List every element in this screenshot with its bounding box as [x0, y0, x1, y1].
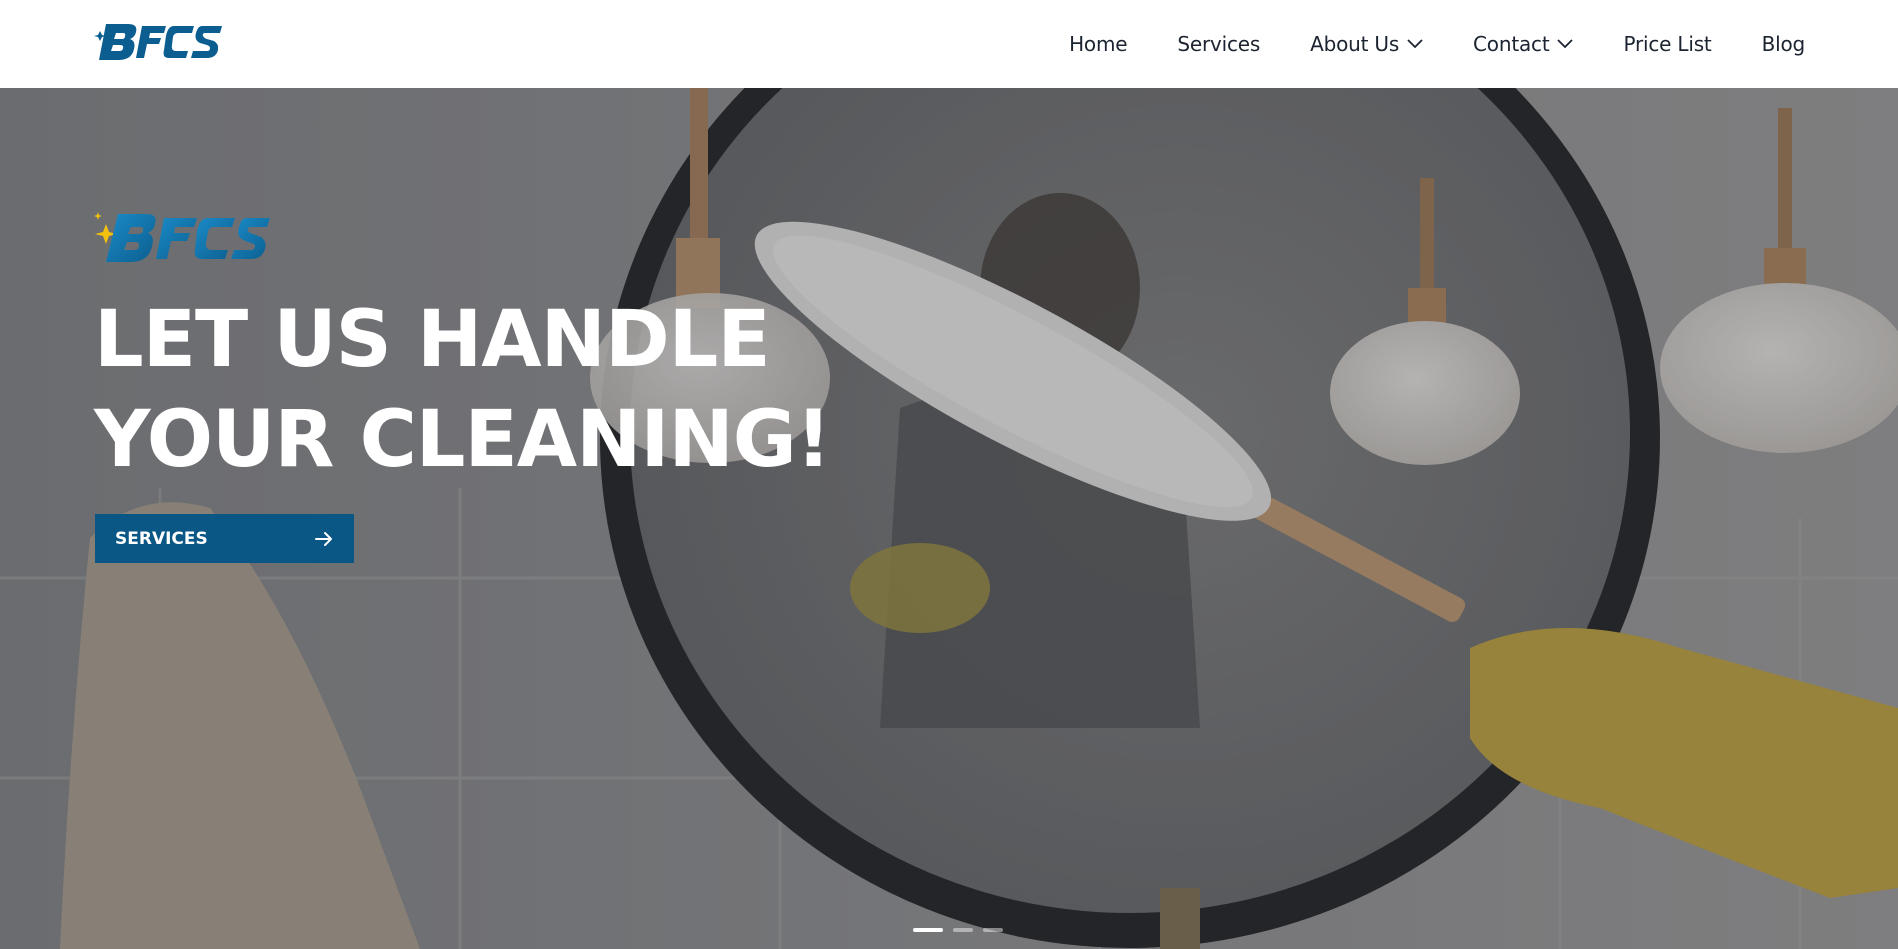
nav-item-services[interactable]: Services [1177, 32, 1260, 56]
nav-label: Price List [1623, 32, 1712, 56]
hero-logo [94, 212, 270, 262]
nav-item-contact[interactable]: Contact [1473, 32, 1574, 56]
nav-label: Contact [1473, 32, 1550, 56]
slide-dot-3[interactable] [983, 928, 1003, 932]
slide-dot-1[interactable] [913, 928, 943, 932]
brand-logo[interactable] [94, 20, 224, 64]
nav-label: Services [1177, 32, 1261, 56]
main-nav: Home Services About Us Contact Price Lis… [1069, 0, 1805, 88]
nav-label: Home [1069, 32, 1128, 56]
site-header: Home Services About Us Contact Price Lis… [0, 0, 1898, 88]
hero-slider: LET US HANDLE YOUR CLEANING! SERVICES [0, 88, 1898, 949]
services-button-label: SERVICES [115, 528, 208, 549]
headline-line-1: LET US HANDLE [94, 295, 771, 385]
nav-item-about-us[interactable]: About Us [1310, 32, 1423, 56]
chevron-down-icon [1557, 39, 1574, 49]
nav-item-blog[interactable]: Blog [1761, 32, 1806, 56]
nav-label: About Us [1310, 32, 1400, 56]
services-button[interactable]: SERVICES [95, 514, 354, 563]
arrow-right-icon [315, 531, 332, 546]
headline-line-2: YOUR CLEANING! [94, 395, 831, 485]
nav-item-price-list[interactable]: Price List [1623, 32, 1711, 56]
hero-headline: LET US HANDLE YOUR CLEANING! [94, 290, 831, 490]
nav-label: Blog [1761, 32, 1806, 56]
nav-item-home[interactable]: Home [1069, 32, 1127, 56]
chevron-down-icon [1407, 39, 1423, 49]
slide-dot-2[interactable] [953, 928, 973, 932]
slider-pagination [913, 928, 1003, 932]
